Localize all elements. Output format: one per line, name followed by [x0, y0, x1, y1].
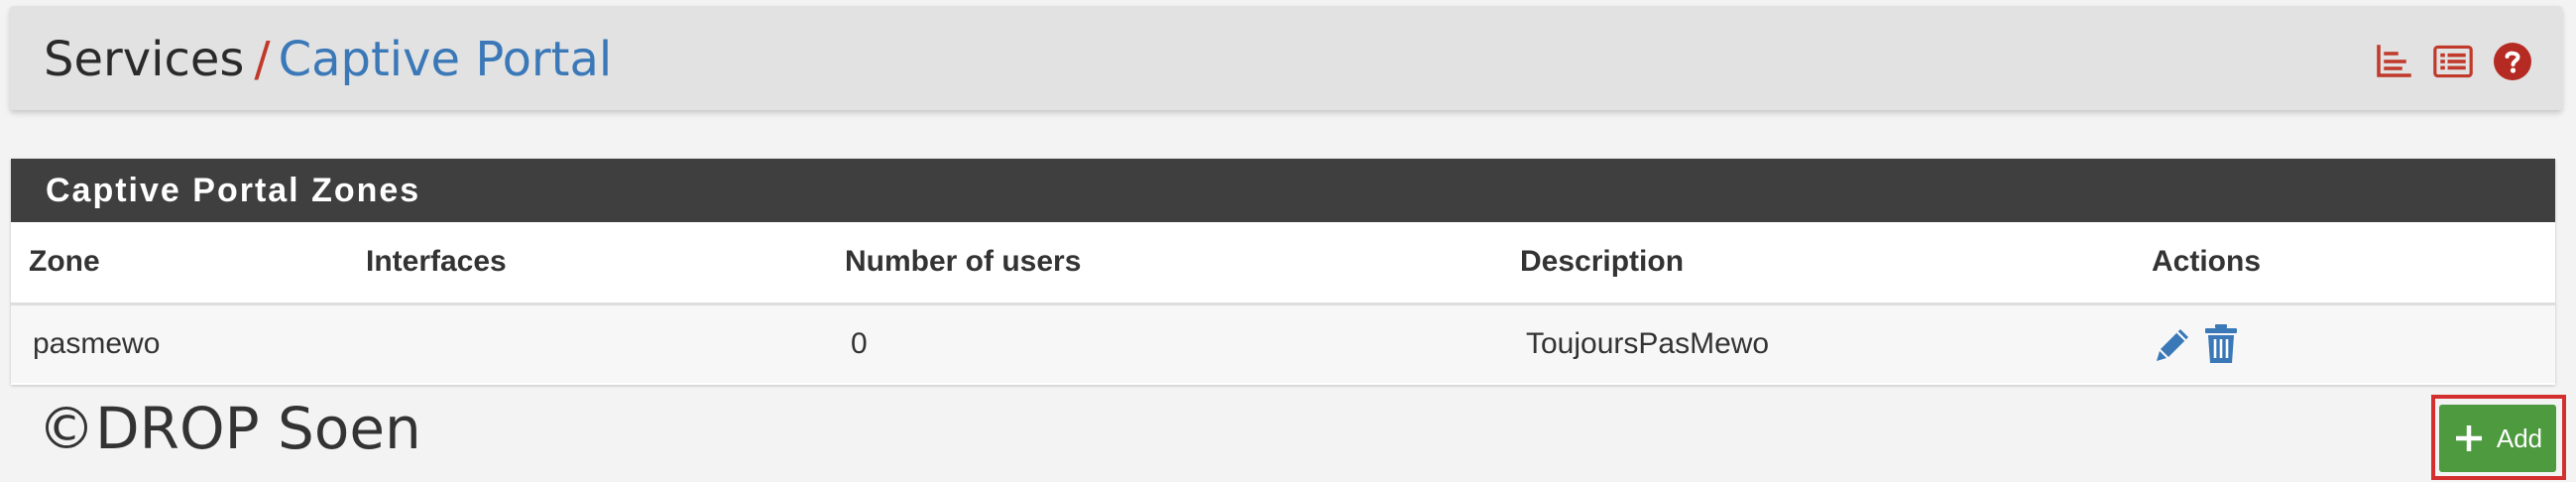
breadcrumb: Services / Captive Portal — [44, 34, 612, 85]
page: Services / Captive Portal Captive Portal… — [0, 0, 2576, 482]
zone-cell: pasmewo — [33, 326, 161, 360]
column-header-zone[interactable]: Zone — [11, 222, 366, 305]
delete-icon[interactable] — [2199, 322, 2243, 366]
add-button[interactable]: Add — [2439, 405, 2556, 472]
list-icon[interactable] — [2433, 42, 2473, 81]
breadcrumb-captive-portal[interactable]: Captive Portal — [279, 32, 613, 87]
description-cell: ToujoursPasMewo — [1526, 326, 1770, 360]
table-row[interactable]: pasmewo 0 ToujoursPasMewo — [11, 303, 2555, 383]
panel-title: Captive Portal Zones — [11, 159, 2555, 222]
breadcrumb-services[interactable]: Services — [44, 32, 244, 87]
breadcrumb-separator: / — [254, 32, 271, 87]
actions-cell — [2152, 303, 2555, 383]
zones-table: Zone Interfaces Number of users Descript… — [11, 222, 2555, 383]
plus-icon — [2455, 425, 2482, 451]
table-header-row: Zone Interfaces Number of users Descript… — [11, 222, 2555, 305]
interfaces-cell — [366, 303, 845, 383]
users-cell: 0 — [851, 326, 868, 360]
bar-chart-icon[interactable] — [2374, 42, 2413, 81]
captive-portal-zones-panel: Captive Portal Zones Zone Interfaces Num… — [11, 159, 2555, 385]
watermark: ©DROP Soen — [38, 395, 421, 462]
column-header-users[interactable]: Number of users — [845, 222, 1520, 305]
add-button-label: Add — [2496, 422, 2543, 453]
column-header-actions: Actions — [2152, 222, 2555, 305]
help-icon[interactable] — [2493, 42, 2532, 81]
column-header-interfaces[interactable]: Interfaces — [366, 222, 845, 305]
header-icon-group — [2374, 42, 2532, 81]
page-header: Services / Captive Portal — [10, 6, 2562, 110]
column-header-description[interactable]: Description — [1520, 222, 2152, 305]
edit-icon[interactable] — [2152, 322, 2195, 366]
